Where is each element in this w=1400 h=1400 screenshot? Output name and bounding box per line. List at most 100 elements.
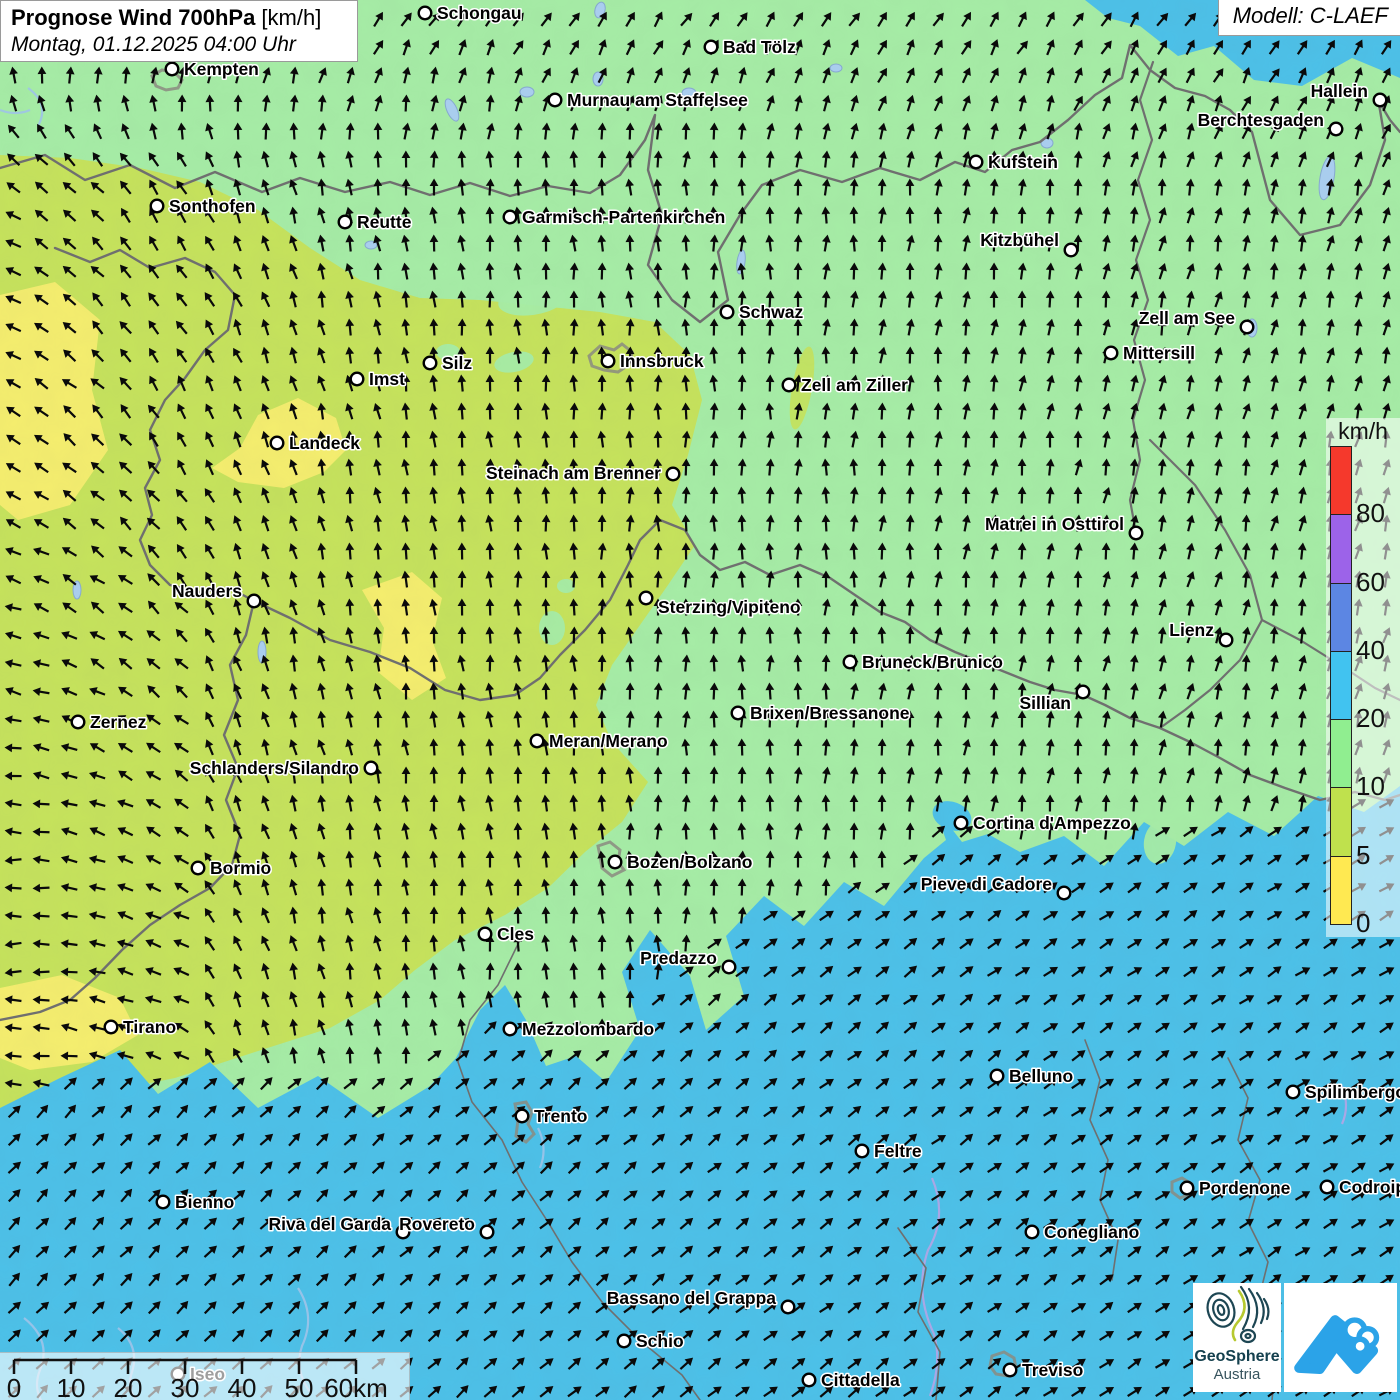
city-dot bbox=[192, 862, 205, 875]
city-dot bbox=[782, 1301, 795, 1314]
city-label: Imst bbox=[369, 369, 405, 389]
city-marker: Silz bbox=[424, 353, 473, 373]
map-scale-bar: 0102030405060km bbox=[0, 1352, 410, 1400]
city-dot bbox=[424, 357, 437, 370]
city-marker: Steinach am Brenner bbox=[486, 463, 679, 483]
city-dot bbox=[1058, 887, 1071, 900]
city-label: Schwaz bbox=[739, 302, 803, 322]
city-dot bbox=[732, 707, 745, 720]
city-marker: Mezzolombardo bbox=[504, 1019, 655, 1039]
city-dot bbox=[151, 200, 164, 213]
legend-color-0 bbox=[1330, 856, 1352, 925]
city-dot bbox=[1321, 1181, 1334, 1194]
city-marker: Brixen/Bressanone bbox=[732, 703, 910, 723]
city-dot bbox=[248, 595, 261, 608]
city-marker: Imst bbox=[351, 369, 405, 389]
city-dot bbox=[1374, 94, 1387, 107]
city-label: Zernez bbox=[90, 712, 147, 732]
city-label: Landeck bbox=[289, 433, 360, 453]
city-label: Spilimbergo bbox=[1305, 1082, 1400, 1102]
city-label: Bozen/Bolzano bbox=[627, 852, 752, 872]
city-label: Bassano del Grappa bbox=[607, 1288, 776, 1308]
city-marker: Murnau am Staffelsee bbox=[549, 90, 748, 110]
city-marker: Meran/Merano bbox=[531, 731, 668, 751]
scale-label: 20 bbox=[114, 1373, 143, 1400]
city-dot bbox=[549, 94, 562, 107]
city-dot bbox=[721, 306, 734, 319]
city-dot bbox=[105, 1021, 118, 1034]
city-label: Bienno bbox=[175, 1192, 234, 1212]
model-label: Modell: C-LAEF bbox=[1218, 0, 1400, 36]
legend: km/h 806040201050 bbox=[1326, 418, 1400, 937]
city-dot bbox=[856, 1145, 869, 1158]
legend-tick-label: 0 bbox=[1356, 910, 1370, 936]
city-dot bbox=[991, 1070, 1004, 1083]
city-marker: Schlanders/Silandro bbox=[190, 758, 378, 778]
city-label: Schlanders/Silandro bbox=[190, 758, 359, 778]
geosphere-logo: GeoSphere Austria bbox=[1193, 1283, 1281, 1392]
geosphere-org-label: GeoSphere bbox=[1193, 1348, 1281, 1366]
city-label: Schio bbox=[636, 1331, 684, 1351]
mountain-cloud-icon bbox=[1284, 1283, 1397, 1392]
city-dot bbox=[72, 716, 85, 729]
city-label: Murnau am Staffelsee bbox=[567, 90, 748, 110]
page-title: Prognose Wind 700hPa [km/h] bbox=[11, 5, 347, 31]
city-label: Kitzbühel bbox=[980, 230, 1059, 250]
city-label: Conegliano bbox=[1044, 1222, 1139, 1242]
city-label: Rovereto bbox=[399, 1214, 475, 1234]
scale-label: 40 bbox=[228, 1373, 257, 1400]
city-label: Bad Tölz bbox=[723, 37, 796, 57]
title-main: Prognose Wind 700hPa bbox=[11, 5, 255, 30]
city-marker: Cortina d'Ampezzo bbox=[955, 813, 1131, 833]
city-dot bbox=[1330, 123, 1343, 136]
city-label: Kempten bbox=[184, 59, 259, 79]
city-label: Sillian bbox=[1019, 693, 1071, 713]
city-label: Mezzolombardo bbox=[522, 1019, 654, 1039]
city-dot bbox=[1181, 1182, 1194, 1195]
city-dot bbox=[844, 656, 857, 669]
city-dot bbox=[479, 928, 492, 941]
city-label: Mittersill bbox=[1123, 343, 1195, 363]
city-dot bbox=[516, 1110, 529, 1123]
city-dot bbox=[667, 468, 680, 481]
city-label: Tirano bbox=[123, 1017, 176, 1037]
city-label: Hallein bbox=[1311, 81, 1368, 101]
city-label: Codroipo bbox=[1339, 1177, 1400, 1197]
scale-label: 0 bbox=[7, 1373, 21, 1400]
city-label: Pieve di Cadore bbox=[921, 874, 1053, 894]
city-label: Feltre bbox=[874, 1141, 922, 1161]
title-unit: [km/h] bbox=[255, 5, 321, 30]
legend-color-5 bbox=[1330, 787, 1352, 856]
city-dot bbox=[955, 817, 968, 830]
city-marker: Bruneck/Brunico bbox=[844, 652, 1003, 672]
legend-color-bar bbox=[1330, 446, 1352, 924]
city-dot bbox=[481, 1226, 494, 1239]
city-label: Sonthofen bbox=[169, 196, 256, 216]
city-label: Cittadella bbox=[821, 1370, 900, 1390]
city-label: Sterzing/Vipiteno bbox=[658, 597, 801, 617]
city-marker: Cles bbox=[479, 924, 535, 944]
city-dot bbox=[1004, 1364, 1017, 1377]
city-dot bbox=[419, 7, 432, 20]
city-label: Zell am See bbox=[1139, 308, 1236, 328]
city-dot bbox=[705, 41, 718, 54]
city-dot bbox=[618, 1335, 631, 1348]
legend-tick-label: 5 bbox=[1356, 842, 1370, 868]
weather-map: SchongauBad TölzKemptenMurnau am Staffel… bbox=[0, 0, 1400, 1400]
geosphere-country-label: Austria bbox=[1193, 1366, 1281, 1383]
legend-color-60 bbox=[1330, 514, 1352, 583]
city-dot bbox=[351, 373, 364, 386]
city-label: Cortina d'Ampezzo bbox=[973, 813, 1131, 833]
legend-tick-label: 60 bbox=[1356, 569, 1385, 595]
city-label: Trento bbox=[534, 1106, 587, 1126]
city-label: Steinach am Brenner bbox=[486, 463, 661, 483]
city-dot bbox=[157, 1196, 170, 1209]
city-label: Brixen/Bressanone bbox=[750, 703, 910, 723]
city-dot bbox=[1287, 1086, 1300, 1099]
city-dot bbox=[803, 1374, 816, 1387]
title-box: Prognose Wind 700hPa [km/h] Montag, 01.1… bbox=[0, 0, 358, 62]
scale-label: 50 bbox=[285, 1373, 314, 1400]
legend-tick-label: 10 bbox=[1356, 773, 1385, 799]
legend-color-40 bbox=[1330, 583, 1352, 652]
scale-label: 30 bbox=[171, 1373, 200, 1400]
